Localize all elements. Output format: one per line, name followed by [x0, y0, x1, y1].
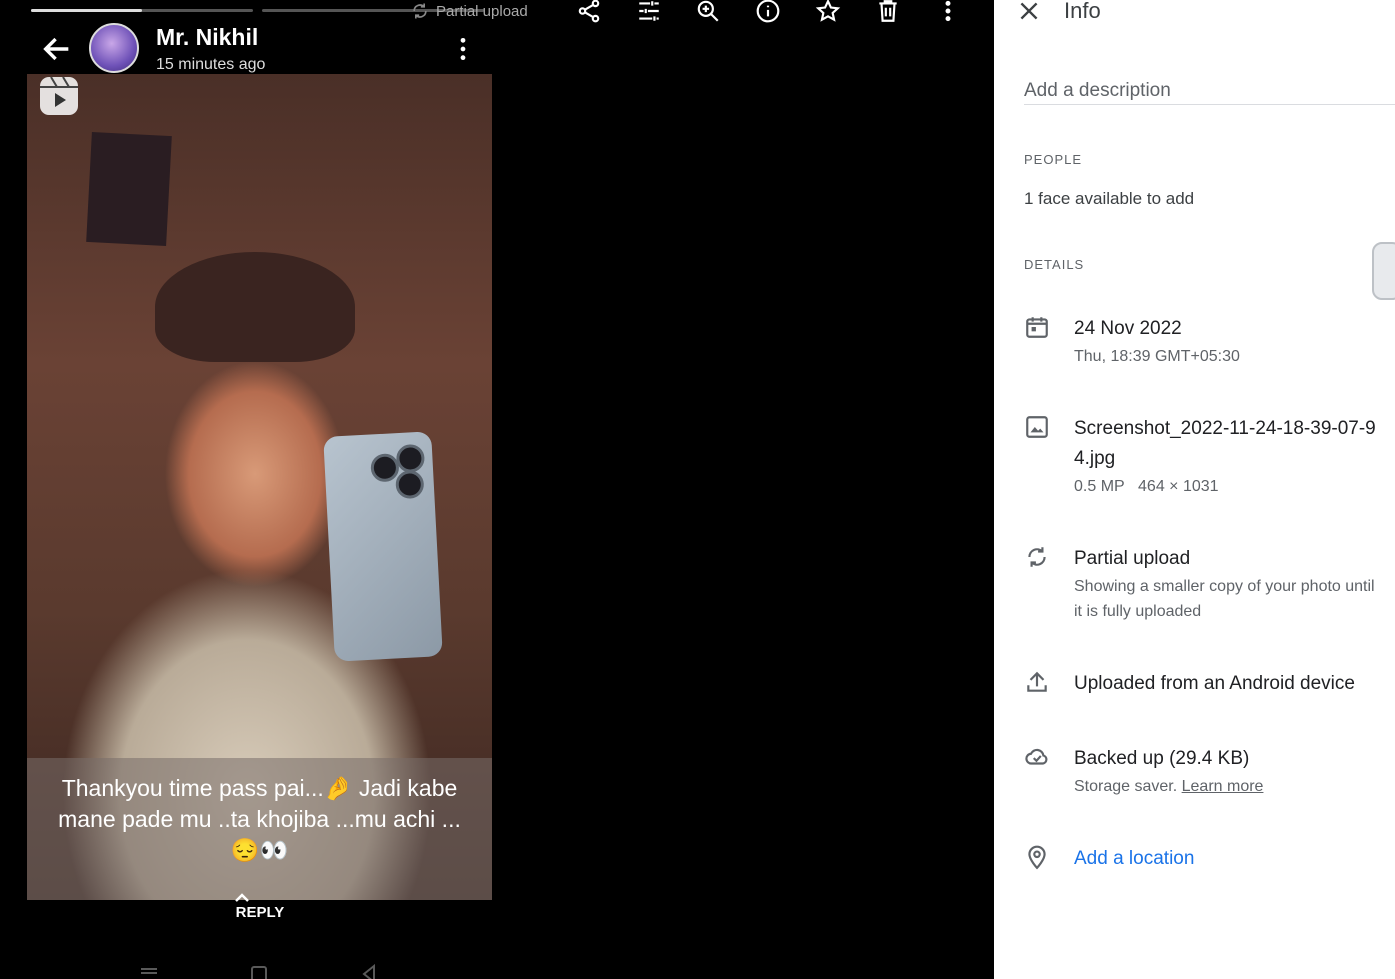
avatar[interactable]	[89, 23, 139, 73]
info-panel-title: Info	[1064, 0, 1101, 23]
photo-subject	[155, 252, 355, 362]
backup-status-text: Backed up (29.4 KB)	[1074, 748, 1250, 769]
story-time: 15 minutes ago	[156, 56, 266, 73]
date-row-icon	[1024, 314, 1054, 344]
backup-details: Storage saver. Learn more	[1074, 774, 1386, 799]
tune-icon	[639, 1, 659, 21]
location-row-icon	[1024, 844, 1054, 874]
phone-lens	[395, 443, 426, 474]
backup-mode-text: Storage saver.	[1074, 778, 1182, 795]
phone-lens	[395, 469, 425, 500]
favorite-button[interactable]	[813, 0, 843, 26]
info-button[interactable]	[753, 0, 783, 26]
story-photo[interactable]: Thankyou time pass pai...🤌 Jadi kabe man…	[27, 74, 492, 900]
details-section-label: DETAILS	[1024, 257, 1085, 272]
location-pin-icon	[1028, 845, 1046, 870]
story-caption: Thankyou time pass pai...🤌 Jadi kabe man…	[27, 758, 492, 900]
back-arrow-icon[interactable]	[40, 32, 74, 66]
close-icon[interactable]	[1016, 0, 1042, 24]
info-icon	[756, 0, 780, 23]
caption-line: 😔👀	[230, 837, 289, 863]
date-text[interactable]: 24 Nov 2022	[1074, 314, 1386, 344]
phone-lens	[370, 453, 400, 483]
story-progress-fill-1	[31, 9, 142, 12]
description-input[interactable]	[1024, 78, 1395, 105]
file-name: Screenshot_2022-11-24-18-39-07-94.jpg	[1074, 418, 1376, 469]
story-user-name[interactable]: Mr. Nikhil	[156, 24, 258, 51]
time-text: Thu, 18:39 GMT+05:30	[1074, 348, 1240, 365]
sync-icon	[413, 3, 427, 19]
file-row-icon	[1024, 414, 1054, 444]
wall-frame	[86, 131, 172, 247]
photo-viewer: Partial upload Mr. Nikhil 15 minutes ago	[0, 0, 994, 979]
face-thumbnail-handle[interactable]	[1372, 242, 1395, 300]
upload-source-text: Uploaded from an Android device	[1074, 673, 1355, 694]
story-header: Mr. Nikhil 15 minutes ago	[30, 22, 490, 74]
share-icon	[578, 0, 600, 23]
back-nav-icon	[362, 963, 375, 979]
source-row-icon	[1024, 669, 1054, 699]
recents-nav-icon	[141, 968, 157, 974]
trash-icon	[879, 0, 897, 22]
image-icon	[1026, 416, 1048, 438]
share-button[interactable]	[574, 0, 604, 26]
zoom-in-icon	[697, 0, 719, 22]
star-icon	[815, 0, 841, 22]
learn-more-link[interactable]: Learn more	[1182, 778, 1264, 795]
add-location-link[interactable]: Add a location	[1074, 844, 1386, 874]
more-vert-icon	[945, 0, 951, 22]
reply-label: REPLY	[235, 904, 285, 921]
info-panel: Info PEOPLE 1 face available to add DETA…	[994, 0, 1395, 979]
upload-row-icon	[1024, 544, 1054, 574]
backup-row-icon	[1024, 744, 1054, 774]
faces-available[interactable]: 1 face available to add	[1024, 189, 1194, 209]
reply-button[interactable]: REPLY	[230, 890, 290, 921]
partial-upload-description: Showing a smaller copy of your photo unt…	[1074, 578, 1375, 620]
calendar-icon	[1026, 317, 1048, 338]
chevron-up-icon	[235, 893, 249, 902]
partial-upload-title: Partial upload	[1074, 548, 1191, 569]
upload-status-text: Partial upload	[436, 2, 528, 20]
story-progress-segment-1	[31, 9, 253, 12]
home-nav-icon	[251, 966, 267, 979]
file-megapixels: 0.5 MP	[1074, 478, 1125, 495]
story-more-icon[interactable]	[450, 36, 476, 62]
zoom-button[interactable]	[693, 0, 723, 26]
people-section-label: PEOPLE	[1024, 152, 1083, 167]
edit-button[interactable]	[634, 0, 664, 26]
more-options-button[interactable]	[933, 0, 963, 26]
reels-icon	[40, 76, 78, 115]
file-dimensions: 464 × 1031	[1138, 478, 1219, 495]
sync-icon	[1028, 547, 1046, 567]
cloud-done-icon	[1025, 748, 1048, 765]
caption-line: mane pade mu ..ta khojiba ...mu achi ...	[58, 806, 461, 832]
caption-line: Thankyou time pass pai...🤌 Jadi kabe	[61, 775, 458, 801]
file-resolution: 0.5 MP 464 × 1031	[1074, 474, 1386, 499]
upload-icon	[1027, 671, 1047, 692]
partial-upload-status: Partial upload	[410, 0, 528, 22]
photo-phone	[323, 431, 443, 662]
delete-button[interactable]	[873, 0, 903, 26]
